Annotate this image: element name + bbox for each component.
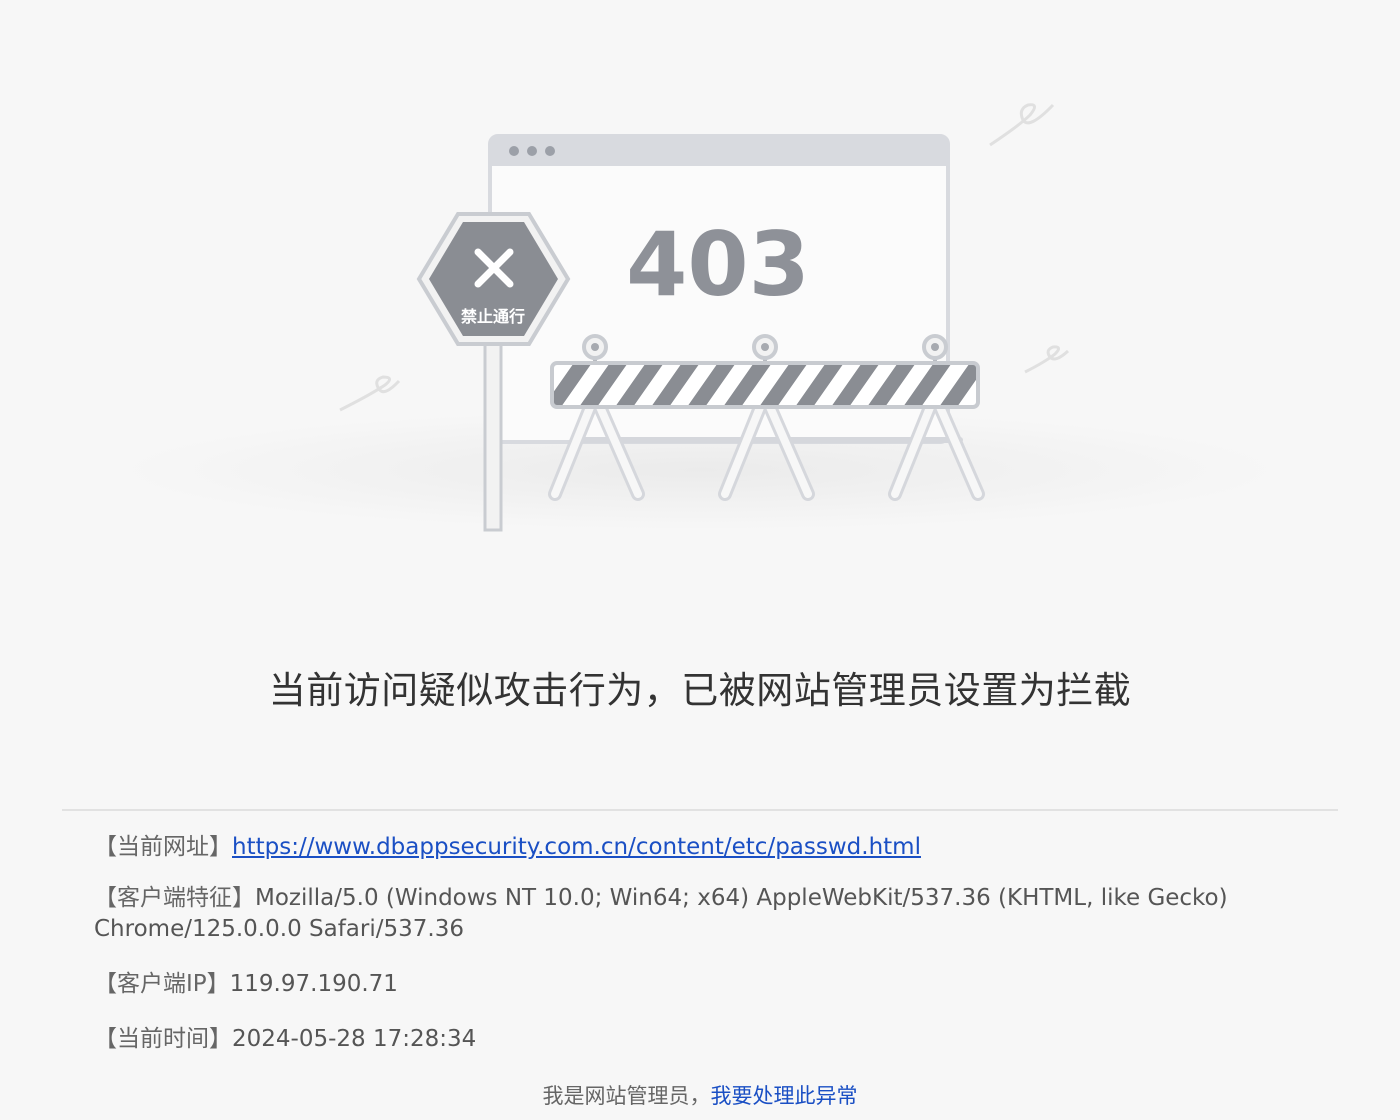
barricade-bar	[550, 361, 980, 409]
current-time-label: 【当前时间】	[94, 1026, 232, 1052]
sign-text: 禁止通行	[461, 307, 525, 326]
client-ip-label: 【客户端IP】	[94, 971, 230, 997]
decor-swirl-icon	[989, 103, 1055, 147]
current-time-value: 2024-05-28 17:28:34	[232, 1026, 477, 1052]
client-ip-row: 【客户端IP】119.97.190.71	[94, 969, 1314, 1000]
user-agent-row-continued: Chrome/125.0.0.0 Safari/537.36	[94, 914, 1314, 945]
divider	[62, 809, 1338, 811]
sign-pole	[483, 328, 503, 532]
blocked-page: 403 禁止通行 当前访问疑似攻击行为，已被网站管理员设置为拦截 【当前网址】h…	[0, 0, 1400, 1120]
user-agent-value-line2: Chrome/125.0.0.0 Safari/537.36	[94, 916, 464, 942]
client-ip-value: 119.97.190.71	[229, 971, 398, 997]
user-agent-label: 【客户端特征】	[94, 885, 255, 911]
footer: 我是网站管理员，我要处理此异常	[0, 1080, 1400, 1110]
handle-exception-link[interactable]: 我要处理此异常	[711, 1084, 858, 1108]
decor-swirl-icon	[1024, 345, 1070, 374]
user-agent-row: 【客户端特征】Mozilla/5.0 (Windows NT 10.0; Win…	[94, 883, 1314, 914]
current-time-row: 【当前时间】2024-05-28 17:28:34	[94, 1024, 1314, 1055]
user-agent-value-line1: Mozilla/5.0 (Windows NT 10.0; Win64; x64…	[255, 885, 1228, 911]
url-row: 【当前网址】https://www.dbappsecurity.com.cn/c…	[94, 832, 1314, 863]
error-code: 403	[626, 213, 810, 316]
403-illustration: 403 禁止通行	[120, 103, 1280, 532]
current-url-link[interactable]: https://www.dbappsecurity.com.cn/content…	[232, 834, 921, 860]
footer-text: 我是网站管理员，	[542, 1084, 711, 1108]
block-message: 当前访问疑似攻击行为，已被网站管理员设置为拦截	[268, 669, 1132, 712]
decor-swirl-icon	[339, 375, 401, 412]
url-label: 【当前网址】	[94, 834, 232, 860]
